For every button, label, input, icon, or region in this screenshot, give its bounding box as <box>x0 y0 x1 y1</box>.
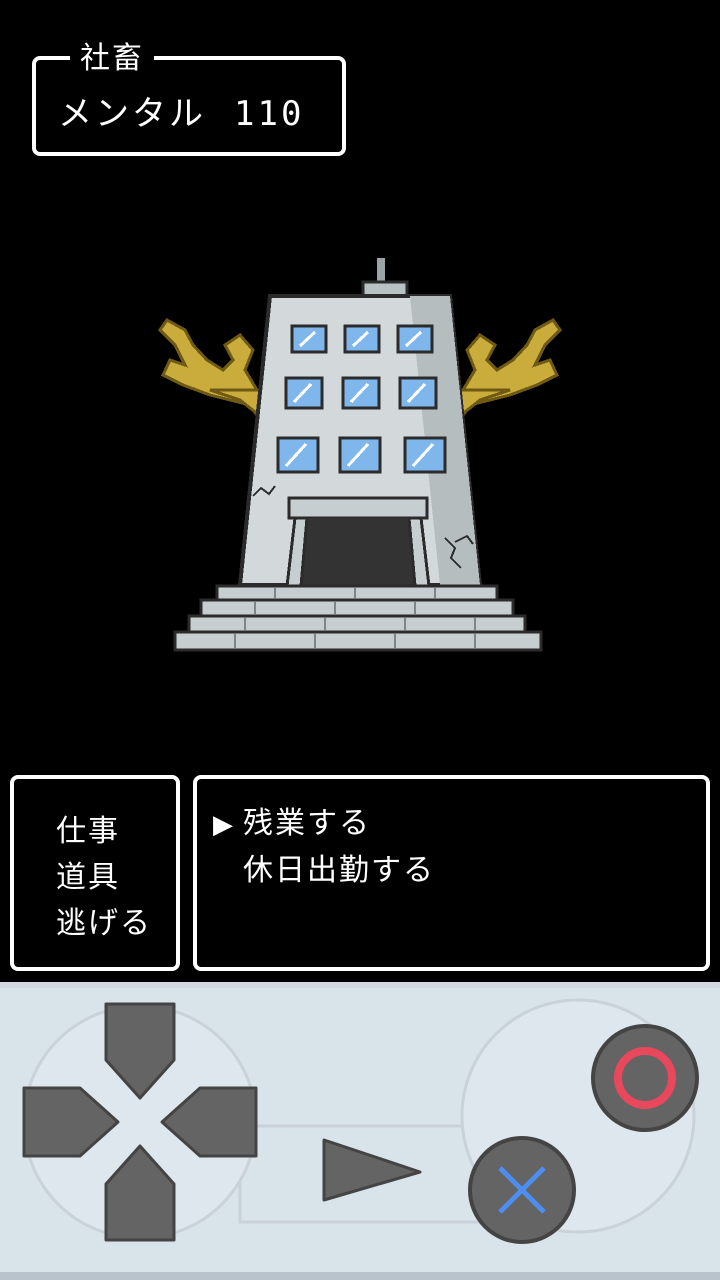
character-name: 社畜 <box>70 42 154 76</box>
status-window: 社畜 メンタル 110 <box>32 42 346 156</box>
command-list: 仕事 道具 逃げる <box>56 809 152 947</box>
action-label: 休日出勤する <box>243 853 435 888</box>
action-holiday-work[interactable]: 休日出勤する <box>213 848 435 894</box>
enemy-building-monster-icon <box>158 258 562 652</box>
start-play-icon[interactable] <box>322 1138 422 1202</box>
action-overtime[interactable]: ▶ 残業する <box>213 801 435 848</box>
command-work[interactable]: 仕事 <box>56 809 152 855</box>
stat-label: メンタル <box>58 94 206 134</box>
controller-bottom-edge <box>0 1272 720 1280</box>
circle-confirm-button[interactable] <box>591 1024 699 1132</box>
cross-cancel-button[interactable] <box>468 1136 576 1244</box>
stat-line: メンタル 110 <box>58 96 304 132</box>
command-items[interactable]: 道具 <box>56 855 152 901</box>
controller-layout <box>22 998 699 1244</box>
action-label: 残業する <box>243 806 371 841</box>
stat-value: 110 <box>234 94 305 134</box>
action-window: ▶ 残業する 休日出勤する <box>193 775 710 971</box>
command-escape[interactable]: 逃げる <box>56 901 152 947</box>
game-screen: 社畜 メンタル 110 仕事 道具 逃げる ▶ 残業する 休日出勤する <box>0 0 720 982</box>
virtual-controller <box>0 982 720 1280</box>
selection-cursor-icon: ▶ <box>213 810 235 840</box>
command-window: 仕事 道具 逃げる <box>10 775 180 971</box>
action-list: ▶ 残業する 休日出勤する <box>213 801 435 894</box>
